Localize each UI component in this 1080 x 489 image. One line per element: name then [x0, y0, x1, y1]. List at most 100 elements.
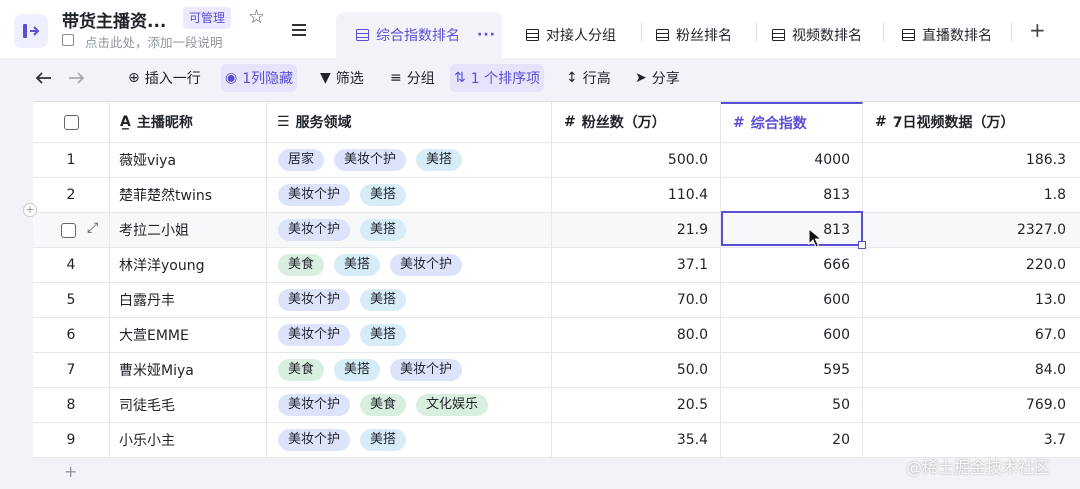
score-cell[interactable]: 20 — [721, 423, 863, 457]
score-cell[interactable]: 600 — [721, 318, 863, 352]
score-cell[interactable]: 50 — [721, 388, 863, 422]
description-icon — [62, 34, 74, 46]
permission-badge[interactable]: 可管理 — [183, 7, 232, 29]
domain-cell[interactable]: 美妆个护 美食 文化娱乐 — [267, 388, 552, 422]
column-header-score[interactable]: # 综合指数 — [721, 102, 863, 142]
table-row[interactable]: 1 薇娅viya 居家 美妆个护 美搭 500.0 4000 186.3 — [33, 143, 1080, 178]
insert-row-label: 插入一行 — [144, 71, 201, 87]
row-index-cell[interactable]: 5 — [33, 283, 110, 317]
row-index-cell[interactable]: 7 — [33, 353, 110, 387]
fans-cell[interactable]: 37.1 — [552, 248, 721, 282]
insert-row-button[interactable]: ⊕ 插入一行 — [124, 64, 205, 92]
name-cell[interactable]: 小乐小主 — [110, 423, 267, 457]
row-index-cell[interactable]: 4 — [33, 248, 110, 282]
redo-icon[interactable] — [64, 64, 88, 92]
expand-icon[interactable]: ⤢ — [87, 220, 98, 236]
group-button[interactable]: ≡ 分组 — [386, 64, 439, 92]
star-icon[interactable]: ☆ — [248, 6, 265, 28]
tab-video-rank[interactable]: 视频数排名 — [772, 12, 862, 58]
row-index-cell[interactable]: ⋮⋮ ⤢ — [33, 213, 110, 247]
sort-button[interactable]: ⇅ 1 个排序项 — [450, 64, 545, 92]
fans-cell[interactable]: 50.0 — [552, 353, 721, 387]
video-cell[interactable]: 1.8 — [863, 178, 1080, 212]
column-header-name[interactable]: A̲ 主播昵称 — [110, 102, 267, 142]
domain-cell[interactable]: 美妆个护 美搭 — [267, 423, 552, 457]
menu-icon[interactable] — [292, 24, 306, 39]
table-row[interactable]: 5 白露丹丰 美妆个护 美搭 70.0 600 13.0 — [33, 283, 1080, 318]
score-cell[interactable]: 600 — [721, 283, 863, 317]
name-cell[interactable]: 大萱EMME — [110, 318, 267, 352]
fans-cell[interactable]: 21.9 — [552, 213, 721, 247]
name-cell[interactable]: 楚菲楚然twins — [110, 178, 267, 212]
tab-live-rank[interactable]: 直播数排名 — [902, 12, 992, 58]
domain-cell[interactable]: 美妆个护 美搭 — [267, 318, 552, 352]
score-cell[interactable]: 813 — [721, 178, 863, 212]
column-header-fans[interactable]: # 粉丝数（万） — [552, 102, 721, 142]
name-cell[interactable]: 曹米娅Miya — [110, 353, 267, 387]
fans-cell[interactable]: 70.0 — [552, 283, 721, 317]
tab-comprehensive-rank[interactable]: 综合指数排名 ··· — [336, 12, 502, 58]
video-cell[interactable]: 769.0 — [863, 388, 1080, 422]
domain-cell[interactable]: 美妆个护 美搭 — [267, 178, 552, 212]
select-all-checkbox[interactable] — [63, 114, 79, 130]
fans-cell[interactable]: 500.0 — [552, 143, 721, 177]
video-cell[interactable]: 84.0 — [863, 353, 1080, 387]
fans-cell[interactable]: 110.4 — [552, 178, 721, 212]
domain-cell[interactable]: 美妆个护 美搭 — [267, 283, 552, 317]
video-cell[interactable]: 186.3 — [863, 143, 1080, 177]
table-row[interactable]: 7 曹米娅Miya 美食 美搭 美妆个护 50.0 595 84.0 — [33, 353, 1080, 388]
table-row[interactable]: 2 楚菲楚然twins 美妆个护 美搭 110.4 813 1.8 — [33, 178, 1080, 213]
name-cell[interactable]: 考拉二小姐 — [110, 213, 267, 247]
domain-cell[interactable]: 美食 美搭 美妆个护 — [267, 353, 552, 387]
video-cell[interactable]: 3.7 — [863, 423, 1080, 457]
row-checkbox[interactable] — [61, 223, 76, 238]
insert-row-plus-icon[interactable]: + — [23, 203, 37, 217]
add-row-button[interactable]: + — [64, 462, 77, 481]
select-all-cell[interactable] — [33, 102, 110, 142]
domain-cell[interactable]: 美妆个护 美搭 — [267, 213, 552, 247]
tab-contact-group[interactable]: 对接人分组 — [526, 12, 616, 58]
table-row[interactable]: ⋮⋮ ⤢ 考拉二小姐美妆个护美搭21.98132327.0 — [33, 213, 1080, 248]
video-cell[interactable]: 13.0 — [863, 283, 1080, 317]
column-header-domain[interactable]: ☰ 服务领域 — [267, 102, 552, 142]
name-cell[interactable]: 林洋洋young — [110, 248, 267, 282]
more-icon[interactable]: ··· — [477, 27, 496, 43]
tab-fans-rank[interactable]: 粉丝排名 — [656, 12, 732, 58]
table-row[interactable]: 8 司徒毛毛 美妆个护 美食 文化娱乐 20.5 50 769.0 — [33, 388, 1080, 423]
fans-cell[interactable]: 20.5 — [552, 388, 721, 422]
table-row[interactable]: 6 大萱EMME 美妆个护 美搭 80.0 600 67.0 — [33, 318, 1080, 353]
row-height-button[interactable]: ↕ 行高 — [562, 64, 615, 92]
fans-value: 50.0 — [676, 362, 708, 378]
selected-cell[interactable] — [721, 211, 866, 249]
row-index-cell[interactable]: 1 — [33, 143, 110, 177]
doc-title[interactable]: 带货主播资... — [62, 7, 166, 32]
name-cell[interactable]: 薇娅viya — [110, 143, 267, 177]
column-header-video[interactable]: # 7日视频数据（万） — [863, 102, 1080, 142]
row-index-cell[interactable]: 2 — [33, 178, 110, 212]
table-row[interactable]: 4 林洋洋young 美食 美搭 美妆个护 37.1 666 220.0 — [33, 248, 1080, 283]
row-index-cell[interactable]: 9 — [33, 423, 110, 457]
name-cell[interactable]: 司徒毛毛 — [110, 388, 267, 422]
score-cell[interactable]: 595 — [721, 353, 863, 387]
undo-icon[interactable] — [32, 64, 56, 92]
fill-handle[interactable] — [858, 241, 866, 249]
name-cell[interactable]: 白露丹丰 — [110, 283, 267, 317]
fans-cell[interactable]: 80.0 — [552, 318, 721, 352]
video-cell[interactable]: 220.0 — [863, 248, 1080, 282]
filter-button[interactable]: ▼ 筛选 — [316, 64, 368, 92]
row-index-cell[interactable]: 8 — [33, 388, 110, 422]
row-index-cell[interactable]: 6 — [33, 318, 110, 352]
app-logo-icon[interactable] — [14, 14, 48, 48]
table-row[interactable]: 9 小乐小主 美妆个护 美搭 35.4 20 3.7 — [33, 423, 1080, 458]
video-cell[interactable]: 2327.0 — [863, 213, 1080, 247]
domain-cell[interactable]: 居家 美妆个护 美搭 — [267, 143, 552, 177]
description-field[interactable]: 点击此处，添加一段说明 — [85, 32, 223, 51]
hidden-columns-button[interactable]: ◉ 1列隐藏 — [221, 64, 298, 92]
add-tab-icon[interactable]: + — [1029, 18, 1046, 42]
score-cell[interactable]: 666 — [721, 248, 863, 282]
score-cell[interactable]: 4000 — [721, 143, 863, 177]
domain-cell[interactable]: 美食 美搭 美妆个护 — [267, 248, 552, 282]
share-button[interactable]: ➤ 分享 — [631, 64, 684, 92]
fans-cell[interactable]: 35.4 — [552, 423, 721, 457]
video-cell[interactable]: 67.0 — [863, 318, 1080, 352]
